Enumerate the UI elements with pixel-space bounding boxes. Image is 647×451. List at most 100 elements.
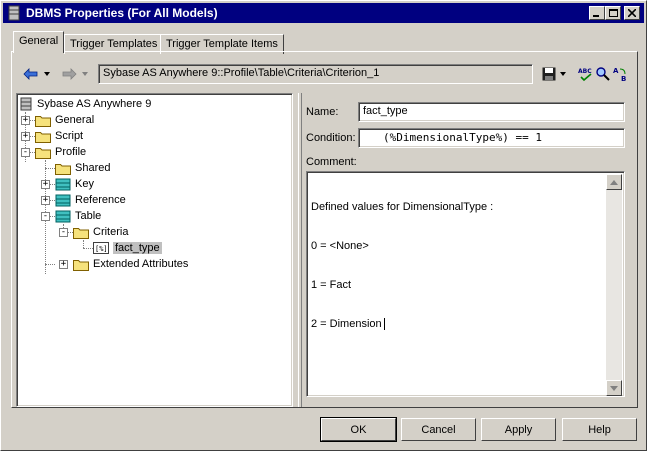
- scroll-down-button[interactable]: [606, 380, 622, 396]
- expander-reference[interactable]: +: [41, 196, 50, 205]
- expander-general-sign: +: [22, 115, 29, 125]
- tree-item-extended-attributes[interactable]: Extended Attributes: [73, 256, 188, 272]
- tree-item-label: Key: [75, 178, 94, 190]
- dbms-properties-window: DBMS Properties (For All Models) General…: [0, 0, 647, 451]
- chevron-down-icon: [44, 72, 50, 76]
- tree-item-reference[interactable]: Reference: [55, 192, 126, 208]
- comment-line: 1 = Fact: [311, 279, 352, 291]
- chevron-down-icon: [560, 72, 566, 76]
- expander-reference-sign: +: [42, 195, 49, 205]
- expander-extended-attributes[interactable]: +: [59, 260, 68, 269]
- spell-check-icon: ABC: [578, 68, 592, 82]
- apply-button[interactable]: Apply: [481, 418, 556, 441]
- comment-line: 2 = Dimension: [311, 318, 382, 330]
- criterion-icon: [%]: [93, 242, 109, 254]
- tree-item-script[interactable]: Script: [35, 128, 83, 144]
- condition-label: Condition:: [306, 132, 356, 144]
- table-icon: [55, 178, 71, 190]
- cancel-button-label: Cancel: [421, 423, 456, 436]
- tree-item-key[interactable]: Key: [55, 176, 94, 192]
- tree-item-label: General: [55, 114, 95, 126]
- chevron-down-icon: [82, 72, 88, 76]
- condition-input[interactable]: (%DimensionalType%) == 1: [358, 128, 625, 148]
- tree-item-label: Profile: [55, 146, 87, 158]
- tab-general-label: General: [19, 35, 59, 47]
- folder-icon: [35, 115, 51, 127]
- close-icon[interactable]: [624, 6, 640, 20]
- tab-general[interactable]: General: [13, 31, 65, 53]
- comment-line: 0 = <None>: [311, 240, 369, 252]
- comment-label: Comment:: [306, 156, 357, 168]
- replace-icon: A B: [613, 67, 626, 82]
- back-button[interactable]: [23, 65, 51, 83]
- folder-icon: [35, 131, 51, 143]
- expander-criteria-sign: -: [60, 227, 67, 237]
- open-folder-icon: [73, 227, 89, 239]
- tree-item-fact-type[interactable]: [%] fact_type: [93, 240, 162, 256]
- folder-icon: [73, 259, 89, 271]
- expander-table[interactable]: -: [41, 212, 50, 221]
- forward-button[interactable]: [61, 65, 89, 83]
- expander-script[interactable]: +: [21, 132, 30, 141]
- folder-icon: [55, 163, 71, 175]
- dbms-icon: [8, 5, 20, 21]
- ok-button[interactable]: OK: [320, 417, 397, 442]
- help-button-label: Help: [588, 423, 611, 436]
- spell-check-button[interactable]: ABC: [578, 65, 594, 83]
- comment-text: Defined values for DimensionalType : 0 =…: [311, 175, 493, 357]
- tree-root[interactable]: Sybase AS Anywhere 9: [19, 96, 151, 112]
- cancel-button[interactable]: Cancel: [401, 418, 476, 441]
- replace-button[interactable]: A B: [612, 65, 630, 83]
- tree-item-label: Script: [55, 130, 84, 142]
- svg-text:A: A: [613, 67, 619, 75]
- maximize-icon[interactable]: [605, 6, 621, 20]
- expander-key[interactable]: +: [41, 180, 50, 189]
- splitter[interactable]: [298, 93, 302, 407]
- back-arrow-icon: [23, 68, 38, 80]
- expander-criteria[interactable]: -: [59, 228, 68, 237]
- comment-scrollbar[interactable]: [606, 174, 622, 396]
- tree-item-profile[interactable]: Profile: [35, 144, 86, 160]
- svg-text:B: B: [621, 75, 626, 82]
- name-input[interactable]: fact_type: [358, 102, 625, 122]
- database-icon: [20, 97, 32, 111]
- expander-general[interactable]: +: [21, 116, 30, 125]
- tree-item-general[interactable]: General: [35, 112, 94, 128]
- find-button[interactable]: [595, 65, 611, 83]
- tree-item-shared[interactable]: Shared: [55, 160, 110, 176]
- help-button[interactable]: Help: [562, 418, 637, 441]
- table-icon: [55, 210, 71, 222]
- tree-item-label: Reference: [75, 194, 126, 206]
- tab-trigger-templates-label: Trigger Templates: [70, 38, 158, 50]
- tree-item-table[interactable]: Table: [55, 208, 101, 224]
- scroll-up-button[interactable]: [606, 174, 622, 190]
- tree-item-label: Table: [75, 210, 102, 222]
- properties-tree[interactable]: Sybase AS Anywhere 9 + General + Script …: [16, 93, 293, 407]
- expander-key-sign: +: [42, 179, 49, 189]
- svg-text:[%]: [%]: [95, 245, 108, 253]
- ok-button-label: OK: [350, 423, 367, 436]
- open-folder-icon: [35, 147, 51, 159]
- save-button[interactable]: [542, 65, 567, 83]
- window-title: DBMS Properties (For All Models): [26, 6, 218, 20]
- tree-item-label: Shared: [75, 162, 111, 174]
- text-cursor: [383, 318, 385, 331]
- table-icon: [55, 194, 71, 206]
- name-label: Name:: [306, 106, 339, 118]
- forward-arrow-icon: [62, 68, 77, 80]
- tree-item-label: Extended Attributes: [93, 258, 189, 270]
- tab-trigger-template-items-label: Trigger Template Items: [166, 38, 278, 50]
- find-icon: [596, 67, 610, 81]
- comment-textarea[interactable]: Defined values for DimensionalType : 0 =…: [306, 171, 625, 397]
- minimize-icon[interactable]: [589, 6, 605, 20]
- tree-root-label: Sybase AS Anywhere 9: [37, 98, 152, 110]
- expander-profile[interactable]: -: [21, 148, 30, 157]
- path-text: Sybase AS Anywhere 9::Profile\Table\Crit…: [103, 67, 380, 79]
- arrow-up-icon: [610, 179, 618, 185]
- apply-button-label: Apply: [504, 423, 533, 436]
- title-bar[interactable]: DBMS Properties (For All Models): [3, 3, 644, 23]
- tree-item-criteria[interactable]: Criteria: [73, 224, 128, 240]
- expander-profile-sign: -: [22, 147, 29, 157]
- arrow-down-icon: [610, 385, 618, 391]
- expander-extended-attributes-sign: +: [60, 259, 67, 269]
